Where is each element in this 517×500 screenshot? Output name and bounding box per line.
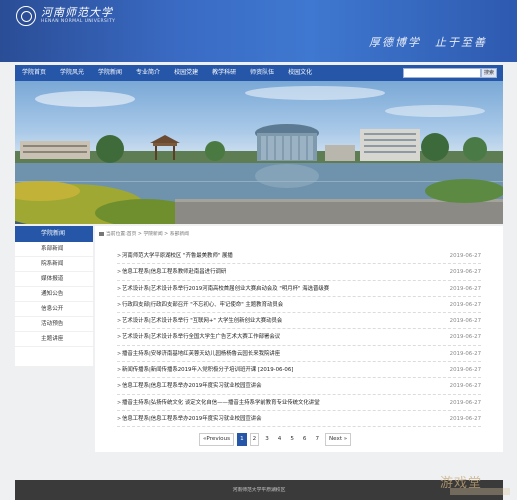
home-icon bbox=[99, 231, 104, 236]
news-date: 2019-06-27 bbox=[449, 253, 481, 259]
page: 河南师范大学 HENAN NORMAL UNIVERSITY 厚德博学 止于至善 … bbox=[0, 0, 517, 500]
news-date: 2019-06-27 bbox=[449, 415, 481, 422]
list-item[interactable]: >新闻传播系|新闻传播系2019年入党积极分子培训班开课 [2019-06-06… bbox=[117, 362, 481, 379]
motto-right: 止于至善 bbox=[435, 36, 487, 49]
page-button-5[interactable]: 5 bbox=[287, 433, 297, 446]
bullet-icon: > bbox=[117, 383, 122, 390]
nav-item-party[interactable]: 校园党建 bbox=[167, 65, 205, 81]
news-title[interactable]: 播音主持系|安琴济南基地红芙蓉天幼儿园杨杨鲁云园长来我院讲座 bbox=[122, 346, 280, 362]
news-title[interactable]: 信息工程系|信息工程系举办2019年度实习就业校园宣讲会 bbox=[122, 411, 262, 427]
breadcrumb-text[interactable]: 当前位置:首页 > 学院新闻 > 系部新闻 bbox=[106, 232, 189, 237]
nav-item-majors[interactable]: 专业简介 bbox=[129, 65, 167, 81]
list-item[interactable]: >艺术设计系|艺术设计系举行2019河南高校首届创业大赛启动会及 "明月杯" 海… bbox=[117, 281, 481, 297]
news-title[interactable]: 艺术设计系|艺术设计系举行2019河南高校首届创业大赛启动会及 "明月杯" 海选… bbox=[122, 281, 329, 297]
news-title[interactable]: 行政四支部|行政四支部召开 "不忘初心、牢记使命" 主题教育动员会 bbox=[122, 297, 283, 313]
news-title[interactable]: 信息工程系|信息工程系教师赴南昌进行调研 bbox=[122, 264, 226, 280]
sidebar-item-dept-news[interactable]: 系部新闻 bbox=[15, 242, 93, 257]
nav-item-culture[interactable]: 校园文化 bbox=[281, 65, 319, 81]
bullet-icon: > bbox=[117, 269, 122, 276]
news-date: 2019-06-27 bbox=[449, 318, 481, 325]
sidebar-item-public-info[interactable]: 信息公开 bbox=[15, 302, 93, 317]
university-seal-icon bbox=[16, 6, 36, 26]
page-button-3[interactable]: 3 bbox=[262, 433, 272, 446]
list-item[interactable]: >信息工程系|信息工程系教师赴南昌进行调研 2019-06-27 bbox=[117, 264, 481, 281]
bullet-icon: > bbox=[117, 253, 122, 259]
nav-item-scenery[interactable]: 学院风光 bbox=[53, 65, 91, 81]
sidebar-item-notices[interactable]: 通知公告 bbox=[15, 287, 93, 302]
news-date: 2019-06-27 bbox=[449, 383, 481, 390]
bullet-icon: > bbox=[117, 415, 122, 422]
bullet-icon: > bbox=[117, 318, 122, 325]
page-button-7[interactable]: 7 bbox=[312, 433, 322, 446]
bullet-icon: > bbox=[117, 301, 122, 308]
news-title[interactable]: 信息工程系|信息工程系举办2019年度实习就业校园宣讲会 bbox=[122, 378, 262, 394]
sidebar-item-events[interactable]: 活动预告 bbox=[15, 317, 93, 332]
previous-page-button[interactable]: «Previous bbox=[199, 433, 235, 446]
main-nav: 学院首页 学院风光 学院新闻 专业简介 校园党建 教学科研 师资队伍 校园文化 … bbox=[15, 65, 503, 81]
list-item[interactable]: >艺术设计系|艺术设计系举行 "互联网+" 大学生创新创业大赛动员会 2019-0… bbox=[117, 313, 481, 330]
university-logo[interactable]: 河南师范大学 HENAN NORMAL UNIVERSITY bbox=[16, 6, 115, 26]
news-date: 2019-06-27 bbox=[449, 269, 481, 276]
news-title[interactable]: 艺术设计系|艺术设计系举行全国大学生广告艺术大赛工作部署会议 bbox=[122, 329, 280, 345]
bullet-icon: > bbox=[117, 367, 122, 374]
logo-text: 河南师范大学 HENAN NORMAL UNIVERSITY bbox=[41, 7, 115, 25]
sidebar-item-media[interactable]: 媒体报道 bbox=[15, 272, 93, 287]
watermark: 游戏堂 bbox=[440, 476, 483, 491]
page-button-1[interactable]: 1 bbox=[237, 433, 247, 446]
footer-text: 河南师范大学平原湖校区 bbox=[232, 488, 286, 493]
pagination: «Previous 1 2 3 4 5 6 7 Next » bbox=[199, 433, 354, 446]
page-button-4[interactable]: 4 bbox=[275, 433, 285, 446]
news-title[interactable]: 河南师范大学平原湖校区 "齐鲁最美教师" 展播 bbox=[122, 248, 233, 264]
breadcrumb: 当前位置:首页 > 学院新闻 > 系部新闻 bbox=[99, 230, 189, 237]
bullet-icon: > bbox=[117, 334, 122, 341]
news-date: 2019-06-27 bbox=[449, 350, 481, 357]
logo-chinese-name: 河南师范大学 bbox=[41, 6, 113, 19]
news-date: 2019-06-27 bbox=[449, 367, 481, 374]
list-item[interactable]: >河南师范大学平原湖校区 "齐鲁最美教师" 展播 2019-06-27 bbox=[117, 248, 481, 265]
page-button-2[interactable]: 2 bbox=[249, 433, 260, 446]
bullet-icon: > bbox=[117, 399, 122, 406]
sidebar-title[interactable]: 学院新闻 bbox=[15, 226, 93, 242]
motto-left: 厚德博学 bbox=[369, 36, 421, 49]
site-footer: 河南师范大学平原湖校区 bbox=[15, 480, 503, 500]
main-content: 当前位置:首页 > 学院新闻 > 系部新闻 >河南师范大学平原湖校区 "齐鲁最美… bbox=[95, 226, 503, 452]
next-page-button[interactable]: Next » bbox=[325, 433, 352, 446]
search-input[interactable] bbox=[403, 68, 481, 78]
news-date: 2019-06-27 bbox=[449, 334, 481, 341]
news-title[interactable]: 新闻传播系|新闻传播系2019年入党积极分子培训班开课 [2019-06-06] bbox=[122, 362, 293, 378]
news-title[interactable]: 播音主持系|弘扬传统文化 谈定文化自信——播音主持系学前教育专业传统文化讲堂 bbox=[122, 395, 320, 411]
news-date: 2019-06-27 bbox=[449, 399, 481, 406]
page-button-6[interactable]: 6 bbox=[300, 433, 310, 446]
nav-item-faculty[interactable]: 师资队伍 bbox=[243, 65, 281, 81]
list-item[interactable]: >行政四支部|行政四支部召开 "不忘初心、牢记使命" 主题教育动员会 2019-0… bbox=[117, 297, 481, 314]
news-date: 2019-06-27 bbox=[449, 285, 481, 292]
sidebar: 学院新闻 系部新闻 院系新闻 媒体报道 通知公告 信息公开 活动预告 主题讲座 bbox=[15, 226, 93, 366]
campus-illustration bbox=[15, 86, 503, 224]
nav-item-news[interactable]: 学院新闻 bbox=[91, 65, 129, 81]
bullet-icon: > bbox=[117, 285, 122, 292]
news-list: >河南师范大学平原湖校区 "齐鲁最美教师" 展播 2019-06-27 >信息工程… bbox=[117, 248, 481, 428]
list-item[interactable]: >播音主持系|安琴济南基地红芙蓉天幼儿园杨杨鲁云园长来我院讲座 2019-06-2… bbox=[117, 346, 481, 363]
motto: 厚德博学 止于至善 bbox=[369, 34, 487, 50]
list-item[interactable]: >信息工程系|信息工程系举办2019年度实习就业校园宣讲会 2019-06-27 bbox=[117, 411, 481, 428]
logo-english-name: HENAN NORMAL UNIVERSITY bbox=[41, 19, 116, 24]
campus-banner-image bbox=[15, 81, 503, 224]
list-item[interactable]: >信息工程系|信息工程系举办2019年度实习就业校园宣讲会 2019-06-27 bbox=[117, 378, 481, 395]
sidebar-item-faculty-news[interactable]: 院系新闻 bbox=[15, 257, 93, 272]
nav-item-home[interactable]: 学院首页 bbox=[15, 65, 53, 81]
site-header: 河南师范大学 HENAN NORMAL UNIVERSITY 厚德博学 止于至善 bbox=[0, 0, 517, 62]
sidebar-item-lectures[interactable]: 主题讲座 bbox=[15, 332, 93, 347]
nav-item-research[interactable]: 教学科研 bbox=[205, 65, 243, 81]
bullet-icon: > bbox=[117, 350, 122, 357]
search-button[interactable]: 搜索 bbox=[481, 68, 497, 78]
list-item[interactable]: >播音主持系|弘扬传统文化 谈定文化自信——播音主持系学前教育专业传统文化讲堂 2… bbox=[117, 395, 481, 411]
list-item[interactable]: >艺术设计系|艺术设计系举行全国大学生广告艺术大赛工作部署会议 2019-06-2… bbox=[117, 329, 481, 346]
news-title[interactable]: 艺术设计系|艺术设计系举行 "互联网+" 大学生创新创业大赛动员会 bbox=[122, 313, 282, 329]
news-date: 2019-06-27 bbox=[449, 301, 481, 308]
